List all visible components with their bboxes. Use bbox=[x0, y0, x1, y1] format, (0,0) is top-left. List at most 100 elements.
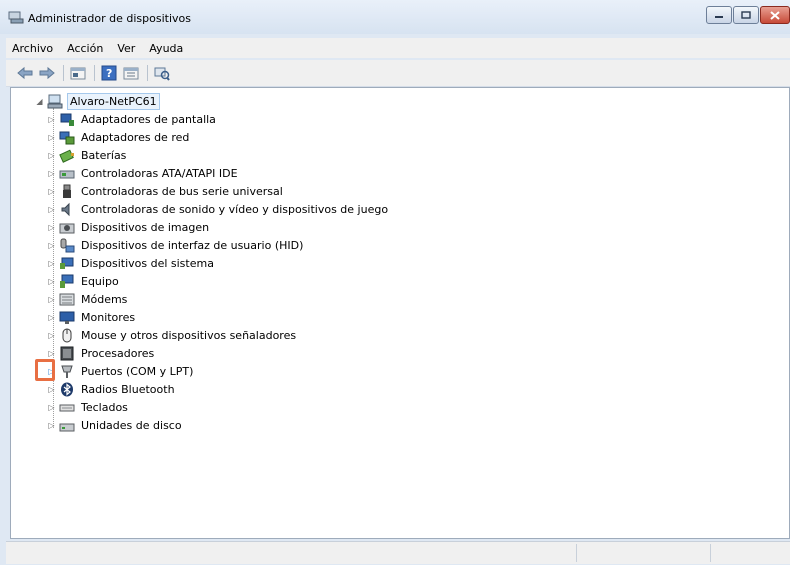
toolbar-separator bbox=[147, 65, 148, 81]
window-title: Administrador de dispositivos bbox=[28, 12, 192, 25]
window-controls bbox=[705, 6, 790, 24]
status-separator bbox=[576, 544, 577, 562]
toolbar-separator bbox=[94, 65, 95, 81]
battery-icon bbox=[59, 149, 74, 163]
expand-arrow-icon[interactable]: ▷ bbox=[47, 205, 56, 214]
tree-item-dispositivos-sistema[interactable]: ▷ Dispositivos del sistema bbox=[47, 255, 216, 272]
collapse-arrow-icon[interactable]: ◢ bbox=[35, 97, 44, 106]
ide-controller-icon bbox=[59, 170, 75, 179]
tree-item-baterias[interactable]: ▷ Baterías bbox=[47, 147, 128, 164]
tree-item-label: Adaptadores de red bbox=[81, 131, 190, 144]
device-manager-icon bbox=[8, 11, 24, 24]
tree-item-hid[interactable]: ▷ Dispositivos de interfaz de usuario (H… bbox=[47, 237, 305, 254]
menu-ayuda[interactable]: Ayuda bbox=[149, 42, 183, 55]
expand-arrow-icon[interactable]: ▷ bbox=[47, 169, 56, 178]
expand-arrow-icon[interactable]: ▷ bbox=[47, 385, 56, 394]
scan-hardware-button[interactable] bbox=[153, 64, 171, 82]
tree-item-label: Controladoras de sonido y vídeo y dispos… bbox=[81, 203, 389, 216]
expand-arrow-icon[interactable]: ▷ bbox=[47, 403, 56, 412]
tree-item-label: Baterías bbox=[81, 149, 127, 162]
menu-archivo[interactable]: Archivo bbox=[12, 42, 53, 55]
computer-root-icon bbox=[47, 94, 63, 109]
close-button[interactable] bbox=[760, 6, 790, 24]
display-adapter-icon bbox=[60, 113, 74, 126]
tree-item-controladoras-ata[interactable]: ▷ Controladoras ATA/ATAPI IDE bbox=[47, 165, 240, 182]
expand-arrow-icon[interactable]: ▷ bbox=[47, 277, 56, 286]
expand-arrow-icon[interactable]: ▷ bbox=[47, 259, 56, 268]
tree-item-label: Teclados bbox=[81, 401, 128, 414]
tree-item-controladoras-sonido[interactable]: ▷ Controladoras de sonido y vídeo y disp… bbox=[47, 201, 390, 218]
tree-item-controladoras-usb[interactable]: ▷ Controladoras de bus serie universal bbox=[47, 183, 285, 200]
minimize-icon bbox=[715, 16, 723, 18]
tree-item-label: Monitores bbox=[81, 311, 136, 324]
expand-arrow-icon[interactable]: ▷ bbox=[47, 313, 56, 322]
computer-icon bbox=[60, 274, 74, 288]
close-icon bbox=[770, 10, 780, 20]
tree-item-dispositivos-imagen[interactable]: ▷ Dispositivos de imagen bbox=[47, 219, 211, 236]
tree-item-label: Adaptadores de pantalla bbox=[81, 113, 216, 126]
expand-arrow-icon[interactable]: ▷ bbox=[47, 115, 56, 124]
expand-arrow-icon[interactable]: ▷ bbox=[47, 133, 56, 142]
keyboard-icon bbox=[59, 404, 75, 412]
toolbar: ? bbox=[6, 60, 790, 87]
help-icon: ? bbox=[101, 65, 117, 81]
system-devices-icon bbox=[60, 257, 74, 269]
maximize-icon bbox=[741, 11, 751, 19]
minimize-button[interactable] bbox=[706, 6, 732, 24]
tree-item-procesadores[interactable]: ▷ Procesadores bbox=[47, 345, 156, 362]
tree-item-equipo[interactable]: ▷ Equipo bbox=[47, 273, 121, 290]
tree-item-teclados[interactable]: ▷ Teclados bbox=[47, 399, 130, 416]
highlight-box bbox=[35, 359, 55, 381]
bluetooth-icon bbox=[61, 382, 73, 397]
back-icon bbox=[17, 66, 33, 80]
mouse-icon bbox=[62, 328, 72, 343]
tree-item-label: Controladoras ATA/ATAPI IDE bbox=[81, 167, 238, 180]
tree-item-modems[interactable]: ▷ Módems bbox=[47, 291, 129, 308]
tree-item-label: Radios Bluetooth bbox=[81, 383, 175, 396]
monitor-icon bbox=[59, 311, 75, 324]
back-button[interactable] bbox=[16, 64, 34, 82]
tree-item-puertos[interactable]: ▷ Puertos (COM y LPT) bbox=[47, 363, 195, 380]
menu-accion[interactable]: Acción bbox=[67, 42, 103, 55]
tree-item-monitores[interactable]: ▷ Monitores bbox=[47, 309, 137, 326]
tree-item-bluetooth[interactable]: ▷ Radios Bluetooth bbox=[47, 381, 177, 398]
device-tree[interactable]: ◢ Alvaro-NetPC61 ▷ Adaptadores de pantal… bbox=[10, 87, 790, 539]
tree-item-unidades-disco[interactable]: ▷ Unidades de disco bbox=[47, 417, 184, 434]
tree-item-label: Unidades de disco bbox=[81, 419, 182, 432]
tree-root-row[interactable]: ◢ Alvaro-NetPC61 bbox=[35, 93, 160, 110]
tree-item-label: Equipo bbox=[81, 275, 119, 288]
svg-text:?: ? bbox=[106, 67, 112, 80]
properties-button[interactable] bbox=[69, 64, 87, 82]
sound-icon bbox=[61, 202, 70, 217]
expand-arrow-icon[interactable]: ▷ bbox=[47, 241, 56, 250]
forward-icon bbox=[39, 66, 55, 80]
root-computer-name[interactable]: Alvaro-NetPC61 bbox=[67, 93, 160, 110]
disk-drive-icon bbox=[59, 423, 75, 432]
expand-arrow-icon[interactable]: ▷ bbox=[47, 187, 56, 196]
expand-arrow-icon[interactable]: ▷ bbox=[47, 349, 56, 358]
tree-item-label: Mouse y otros dispositivos señaladores bbox=[81, 329, 297, 342]
tree-item-label: Dispositivos del sistema bbox=[81, 257, 214, 270]
forward-button[interactable] bbox=[38, 64, 56, 82]
expand-arrow-icon[interactable]: ▷ bbox=[47, 421, 56, 430]
tree-item-adaptadores-red[interactable]: ▷ Adaptadores de red bbox=[47, 129, 191, 146]
tree-item-mouse[interactable]: ▷ Mouse y otros dispositivos señaladores bbox=[47, 327, 298, 344]
view-button[interactable] bbox=[122, 64, 140, 82]
view-icon bbox=[123, 67, 139, 80]
maximize-button[interactable] bbox=[733, 6, 759, 24]
tree-item-label: Dispositivos de interfaz de usuario (HID… bbox=[81, 239, 304, 252]
help-button[interactable]: ? bbox=[100, 64, 118, 82]
expand-arrow-icon[interactable]: ▷ bbox=[47, 331, 56, 340]
tree-item-adaptadores-pantalla[interactable]: ▷ Adaptadores de pantalla bbox=[47, 111, 218, 128]
tree-item-label: Dispositivos de imagen bbox=[81, 221, 210, 234]
hid-icon bbox=[60, 238, 75, 253]
expand-arrow-icon[interactable]: ▷ bbox=[47, 151, 56, 160]
menu-ver[interactable]: Ver bbox=[117, 42, 135, 55]
toolbar-separator bbox=[63, 65, 64, 81]
expand-arrow-icon[interactable]: ▷ bbox=[47, 295, 56, 304]
processor-icon bbox=[60, 346, 74, 361]
expand-arrow-icon[interactable]: ▷ bbox=[47, 223, 56, 232]
port-icon bbox=[61, 365, 73, 378]
status-bar bbox=[6, 541, 790, 564]
tree-item-label: Controladoras de bus serie universal bbox=[81, 185, 283, 198]
